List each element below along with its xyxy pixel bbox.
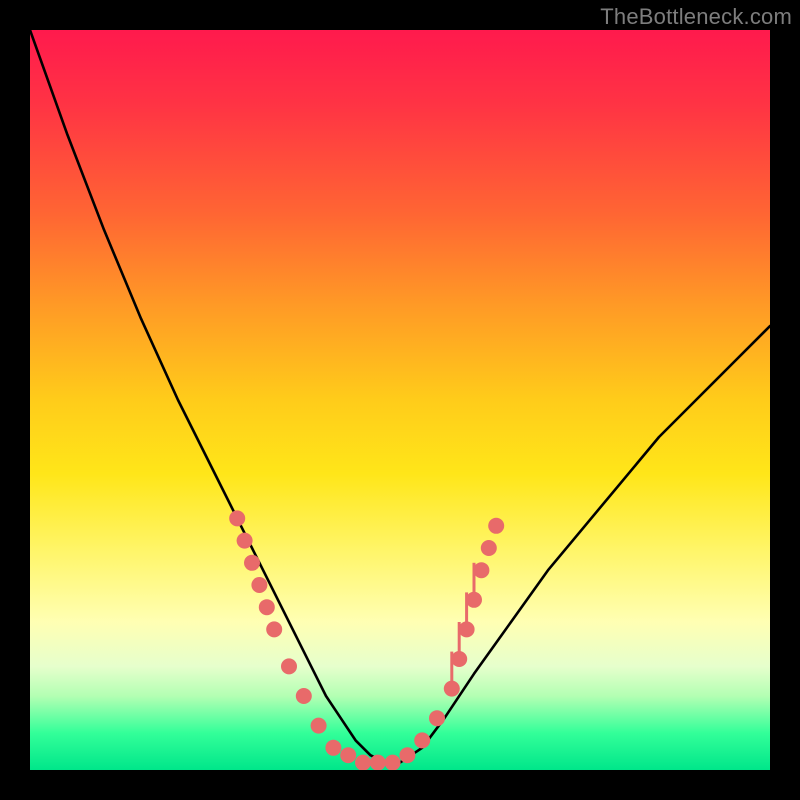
- marker-dot: [459, 621, 475, 637]
- marker-dot: [385, 755, 401, 770]
- plot-area: [30, 30, 770, 770]
- marker-dot: [355, 755, 371, 770]
- chart-root: TheBottleneck.com: [0, 0, 800, 800]
- marker-dot: [340, 747, 356, 763]
- marker-dot: [414, 732, 430, 748]
- marker-dot: [466, 592, 482, 608]
- marker-dot: [266, 621, 282, 637]
- marker-dot: [399, 747, 415, 763]
- marker-dot: [481, 540, 497, 556]
- marker-dot: [488, 518, 504, 534]
- marker-dot: [444, 681, 460, 697]
- curve-line: [30, 30, 770, 763]
- chart-svg: [30, 30, 770, 770]
- marker-dot: [451, 651, 467, 667]
- marker-dot: [229, 510, 245, 526]
- marker-dot: [325, 740, 341, 756]
- marker-dot: [251, 577, 267, 593]
- marker-dot: [429, 710, 445, 726]
- watermark-text: TheBottleneck.com: [600, 4, 792, 30]
- marker-dot: [281, 658, 297, 674]
- marker-dot: [473, 562, 489, 578]
- marker-dot: [259, 599, 275, 615]
- marker-dot: [311, 718, 327, 734]
- marker-dot: [370, 755, 386, 770]
- marker-dot: [237, 533, 253, 549]
- marker-dot: [296, 688, 312, 704]
- marker-dot: [244, 555, 260, 571]
